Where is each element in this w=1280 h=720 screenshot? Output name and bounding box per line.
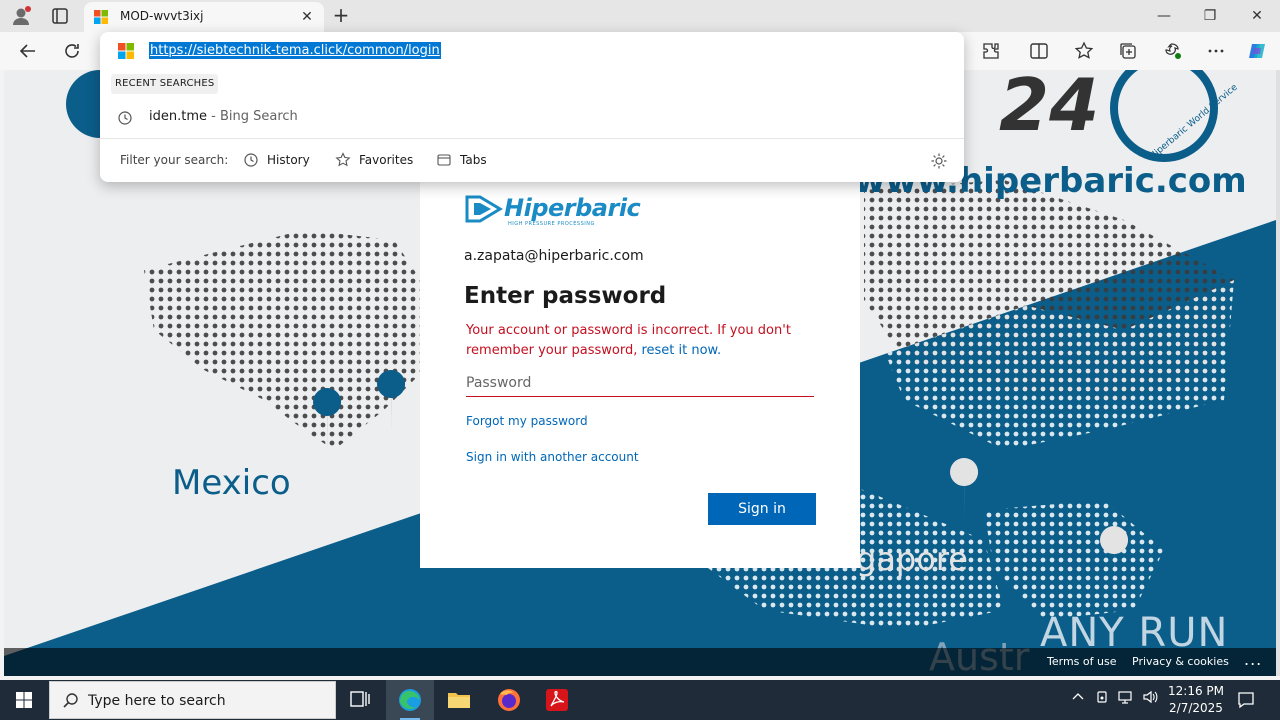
error-message: Your account or password is incorrect. I… [466,321,818,361]
tab-title: MOD-wvvt3ixj [120,9,204,23]
label-mexico: Mexico [172,463,291,503]
label-singapore: gapore [856,540,968,578]
chevron-up-icon[interactable] [1071,690,1085,707]
history-icon [244,153,258,167]
badge-number: 24 [999,70,1099,147]
clock-time: 12:16 PM [1168,684,1224,698]
tab-close-icon[interactable]: ✕ [298,8,316,26]
privacy-link[interactable]: Privacy & cookies [1132,655,1229,668]
gear-icon[interactable] [930,152,948,170]
footer-more-button[interactable]: ... [1244,650,1262,669]
notification-icon[interactable] [1236,690,1256,710]
recent-searches-header: RECENT SEARCHES [111,74,219,94]
device-icon[interactable] [1095,690,1109,707]
brand-logo: Hiperbaric HIGH PRESSURE PROCESSING [464,194,641,227]
microsoft-logo-icon [118,43,134,59]
suggestion-text: iden.tme - Bing Search [149,109,298,124]
restore-button[interactable]: ❐ [1187,0,1233,32]
filter-label: Filter your search: [120,153,229,167]
star-icon [335,152,351,167]
taskbar-search-input[interactable]: Type here to search [49,681,336,719]
error-text: Your account or password is incorrect. I… [466,323,791,358]
filter-favorites[interactable]: Favorites [335,148,413,172]
network-icon[interactable] [1118,690,1134,707]
copilot-icon[interactable] [1245,39,1269,63]
clock[interactable]: 12:16 PM 2/7/2025 [1160,683,1232,717]
forgot-password-link[interactable]: Forgot my password [466,414,588,428]
filter-tabs-label: Tabs [460,153,487,167]
login-card: Hiperbaric HIGH PRESSURE PROCESSING a.za… [420,182,860,568]
task-view-icon[interactable] [336,680,384,720]
filter-favorites-label: Favorites [359,153,414,167]
filter-history[interactable]: History [243,148,310,172]
minimize-button[interactable]: — [1141,0,1187,32]
acrobat-icon[interactable] [533,680,581,720]
tab-actions-icon[interactable] [50,6,70,26]
profile-alert-dot [25,6,31,12]
address-bar-dropdown: https://siebtechnik-tema.click/common/lo… [100,32,964,182]
title-bar: MOD-wvvt3ixj ✕ + — ❐ ✕ [0,0,1280,32]
clock-date: 2/7/2025 [1169,701,1223,715]
history-icon [117,110,133,126]
other-account-link[interactable]: Sign in with another account [466,450,639,464]
account-identity: a.zapata@hiperbaric.com [464,248,644,264]
profile-icon[interactable] [10,5,32,27]
search-icon [62,692,80,710]
windows-start-icon[interactable] [0,680,48,720]
reset-password-link[interactable]: reset it now. [641,343,721,358]
extensions-icon[interactable] [979,39,1003,63]
search-suggestion[interactable]: iden.tme - Bing Search [100,104,964,132]
volume-icon[interactable] [1142,690,1158,707]
refresh-icon[interactable] [60,39,84,63]
favorites-icon[interactable] [1072,39,1096,63]
page-title: Enter password [464,283,667,309]
edge-app-icon[interactable] [386,680,434,720]
filter-tabs[interactable]: Tabs [436,148,487,172]
scrollbar[interactable] [1276,70,1280,676]
divider [100,138,964,139]
new-tab-button[interactable]: + [330,5,352,27]
microsoft-logo-icon [94,10,108,24]
address-input[interactable]: https://siebtechnik-tema.click/common/lo… [149,42,441,59]
browser-essentials-icon[interactable] [1160,39,1184,63]
tabs-icon [437,154,451,166]
filter-row: Filter your search: History Favorites Ta… [100,142,964,178]
password-input[interactable] [466,369,814,397]
more-options-icon[interactable] [1204,39,1228,63]
brand-tagline: HIGH PRESSURE PROCESSING [508,221,595,227]
brand-name: Hiperbaric [504,194,641,222]
suggestion-query: iden.tme [149,109,207,124]
split-screen-icon[interactable] [1027,39,1051,63]
taskbar: Type here to search 12:16 PM 2/7/2025 [0,680,1280,720]
browser-tab[interactable]: MOD-wvvt3ixj ✕ [84,2,324,32]
sign-in-button[interactable]: Sign in [708,493,816,525]
collections-icon[interactable] [1116,39,1140,63]
terms-link[interactable]: Terms of use [1047,655,1116,668]
search-placeholder: Type here to search [88,693,226,709]
brand-logo-icon [465,195,503,223]
filter-history-label: History [267,153,310,167]
firefox-icon[interactable] [485,680,533,720]
file-explorer-icon[interactable] [435,680,483,720]
watermark-text: ANY RUN [1040,610,1229,656]
window-close-button[interactable]: ✕ [1234,0,1280,32]
back-icon[interactable] [16,39,40,63]
suggestion-source: - Bing Search [207,109,298,124]
